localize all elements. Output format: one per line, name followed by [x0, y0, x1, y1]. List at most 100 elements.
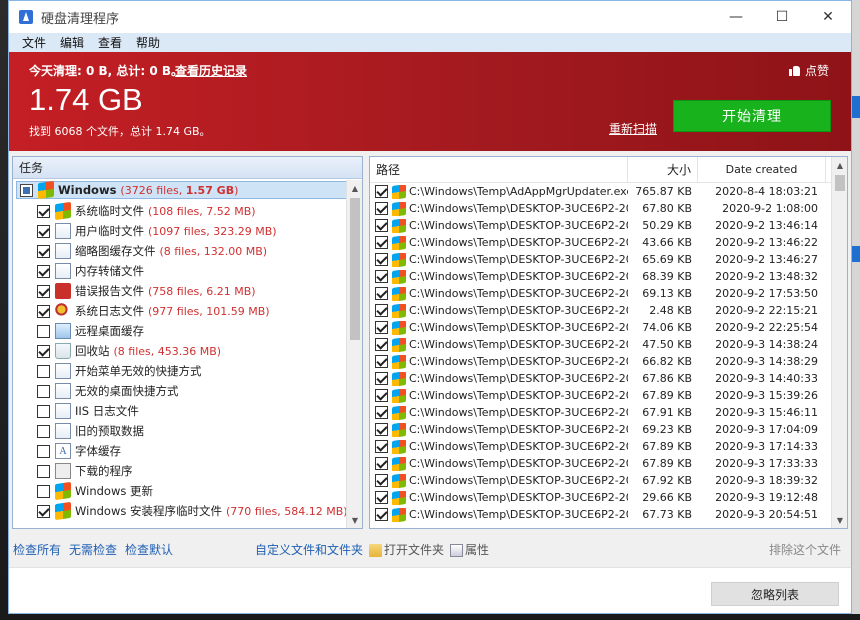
task-item[interactable]: 内存转储文件 — [13, 261, 362, 281]
task-item[interactable]: Windows 安装程序临时文件 (770 files, 584.12 MB) — [13, 501, 362, 521]
menu-help[interactable]: 帮助 — [129, 34, 167, 51]
file-checkbox[interactable] — [375, 406, 388, 419]
task-checkbox[interactable] — [37, 504, 50, 518]
rescan-link[interactable]: 重新扫描 — [609, 120, 657, 137]
task-checkbox[interactable] — [37, 364, 50, 378]
file-checkbox[interactable] — [375, 270, 388, 283]
check-all-link[interactable]: 检查所有 — [13, 541, 61, 558]
file-row[interactable]: C:\Windows\Temp\DESKTOP-3UCE6P2-20... 67.… — [370, 472, 847, 489]
file-row[interactable]: C:\Windows\Temp\DESKTOP-3UCE6P2-20... 29.… — [370, 489, 847, 506]
file-checkbox[interactable] — [375, 304, 388, 317]
history-link[interactable]: 查看历史记录 — [175, 62, 247, 79]
task-scrollbar[interactable]: ▲ ▼ — [346, 180, 362, 528]
task-item[interactable]: 系统日志文件 (977 files, 101.59 MB) — [13, 301, 362, 321]
task-item[interactable]: A 字体缓存 — [13, 441, 362, 461]
file-row[interactable]: C:\Windows\Temp\DESKTOP-3UCE6P2-20... 74.… — [370, 319, 847, 336]
file-row[interactable]: C:\Windows\Temp\DESKTOP-3UCE6P2-20... 50.… — [370, 217, 847, 234]
task-checkbox[interactable] — [37, 244, 50, 258]
task-item[interactable]: 下载的程序 — [13, 461, 362, 481]
file-checkbox[interactable] — [375, 287, 388, 300]
file-row[interactable]: C:\Windows\Temp\DESKTOP-3UCE6P2-20... 67.… — [370, 455, 847, 472]
scroll-down-arrow[interactable]: ▼ — [832, 512, 847, 528]
file-row[interactable]: C:\Windows\Temp\DESKTOP-3UCE6P2-20... 67.… — [370, 370, 847, 387]
file-row[interactable]: C:\Windows\Temp\DESKTOP-3UCE6P2-20... 67.… — [370, 387, 847, 404]
menu-edit[interactable]: 编辑 — [53, 34, 91, 51]
file-checkbox[interactable] — [375, 321, 388, 334]
file-checkbox[interactable] — [375, 253, 388, 266]
file-row[interactable]: C:\Windows\Temp\AdAppMgrUpdater.exe 765.8… — [370, 183, 847, 200]
task-item[interactable]: 远程桌面缓存 — [13, 321, 362, 341]
task-checkbox[interactable] — [37, 484, 50, 498]
file-checkbox[interactable] — [375, 491, 388, 504]
task-checkbox[interactable] — [37, 264, 50, 278]
maximize-button[interactable]: ☐ — [759, 1, 805, 33]
task-checkbox[interactable] — [37, 344, 50, 358]
close-button[interactable]: ✕ — [805, 1, 851, 33]
file-checkbox[interactable] — [375, 185, 388, 198]
task-item[interactable]: IIS 日志文件 — [13, 401, 362, 421]
open-folder-link[interactable]: 打开文件夹 — [369, 541, 444, 558]
file-checkbox[interactable] — [375, 372, 388, 385]
minimize-button[interactable]: — — [713, 1, 759, 33]
file-row[interactable]: C:\Windows\Temp\DESKTOP-3UCE6P2-20... 2.4… — [370, 302, 847, 319]
file-row[interactable]: C:\Windows\Temp\DESKTOP-3UCE6P2-20... 66.… — [370, 353, 847, 370]
task-checkbox[interactable] — [37, 284, 50, 298]
task-item[interactable]: Windows 更新 — [13, 481, 362, 501]
file-checkbox[interactable] — [375, 440, 388, 453]
task-checkbox[interactable] — [37, 224, 50, 238]
task-item[interactable]: 用户临时文件 (1097 files, 323.29 MB) — [13, 221, 362, 241]
ignore-list-button[interactable]: 忽略列表 — [711, 582, 839, 606]
scroll-up-arrow[interactable]: ▲ — [347, 180, 362, 196]
properties-link[interactable]: 属性 — [450, 541, 489, 558]
column-size[interactable]: 大小 — [628, 157, 698, 183]
file-checkbox[interactable] — [375, 236, 388, 249]
check-default-link[interactable]: 检查默认 — [125, 541, 173, 558]
start-clean-button[interactable]: 开始清理 — [673, 100, 831, 132]
file-checkbox[interactable] — [375, 202, 388, 215]
file-row[interactable]: C:\Windows\Temp\DESKTOP-3UCE6P2-20... 67.… — [370, 506, 847, 523]
task-item[interactable]: 无效的桌面快捷方式 — [13, 381, 362, 401]
scroll-thumb[interactable] — [835, 175, 845, 191]
custom-files-link[interactable]: 自定义文件和文件夹 — [255, 541, 363, 558]
file-row[interactable]: C:\Windows\Temp\DESKTOP-3UCE6P2-20... 68.… — [370, 268, 847, 285]
file-row[interactable]: C:\Windows\Temp\DESKTOP-3UCE6P2-20... 67.… — [370, 404, 847, 421]
file-checkbox[interactable] — [375, 355, 388, 368]
task-checkbox[interactable] — [37, 444, 50, 458]
menu-file[interactable]: 文件 — [15, 34, 53, 51]
task-item[interactable]: 回收站 (8 files, 453.36 MB) — [13, 341, 362, 361]
menu-view[interactable]: 查看 — [91, 34, 129, 51]
task-item[interactable]: 旧的预取数据 — [13, 421, 362, 441]
file-row[interactable]: C:\Windows\Temp\DESKTOP-3UCE6P2-20... 67.… — [370, 438, 847, 455]
task-checkbox[interactable] — [37, 424, 50, 438]
file-checkbox[interactable] — [375, 457, 388, 470]
task-checkbox[interactable] — [37, 324, 50, 338]
task-item[interactable]: 缩略图缓存文件 (8 files, 132.00 MB) — [13, 241, 362, 261]
task-item[interactable]: 错误报告文件 (758 files, 6.21 MB) — [13, 281, 362, 301]
task-group-windows[interactable]: Windows (3726 files, 1.57 GB) — [16, 180, 359, 200]
file-row[interactable]: C:\Windows\Temp\DESKTOP-3UCE6P2-20... 69.… — [370, 421, 847, 438]
task-item[interactable]: 开始菜单无效的快捷方式 — [13, 361, 362, 381]
file-row[interactable]: C:\Windows\Temp\DESKTOP-3UCE6P2-20... 47.… — [370, 336, 847, 353]
task-checkbox[interactable] — [37, 304, 50, 318]
like-button[interactable]: 点赞 — [788, 62, 829, 79]
file-checkbox[interactable] — [375, 389, 388, 402]
file-row[interactable]: C:\Windows\Temp\DESKTOP-3UCE6P2-20... 65.… — [370, 251, 847, 268]
file-scrollbar[interactable]: ▲ ▼ — [831, 157, 847, 528]
title-bar[interactable]: 硬盘清理程序 — ☐ ✕ — [9, 1, 851, 33]
file-checkbox[interactable] — [375, 474, 388, 487]
scroll-up-arrow[interactable]: ▲ — [832, 157, 847, 173]
task-checkbox[interactable] — [37, 204, 50, 218]
check-none-link[interactable]: 无需检查 — [69, 541, 117, 558]
task-checkbox[interactable] — [37, 464, 50, 478]
task-checkbox[interactable] — [37, 384, 50, 398]
file-checkbox[interactable] — [375, 508, 388, 521]
scroll-thumb[interactable] — [350, 198, 360, 340]
column-path[interactable]: 路径 — [370, 157, 628, 183]
file-checkbox[interactable] — [375, 423, 388, 436]
file-row[interactable]: C:\Windows\Temp\DESKTOP-3UCE6P2-20... 69.… — [370, 285, 847, 302]
file-checkbox[interactable] — [375, 219, 388, 232]
task-group-checkbox[interactable] — [20, 183, 33, 197]
scroll-down-arrow[interactable]: ▼ — [347, 512, 362, 528]
file-row[interactable]: C:\Windows\Temp\DESKTOP-3UCE6P2-20... 43.… — [370, 234, 847, 251]
column-date[interactable]: Date created — [698, 157, 826, 183]
